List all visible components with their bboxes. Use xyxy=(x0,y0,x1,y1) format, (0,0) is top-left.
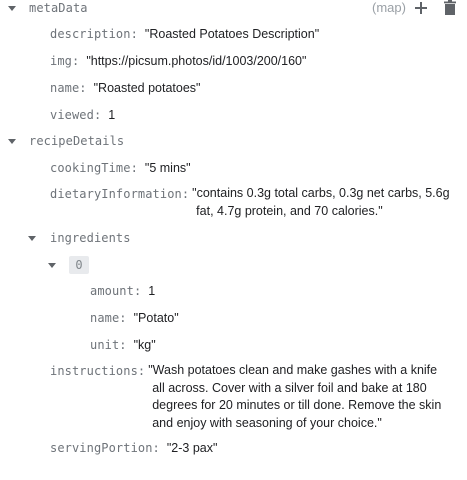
field-key: description: xyxy=(50,27,138,41)
field-row-cookingtime[interactable]: cookingTime: "5 mins" xyxy=(50,158,460,178)
field-row-unit[interactable]: unit: "kg" xyxy=(90,335,460,355)
chevron-down-icon[interactable] xyxy=(48,263,56,268)
field-value: "Roasted potatoes" xyxy=(93,81,201,95)
array-index-chip: 0 xyxy=(69,256,89,274)
field-key: instructions: xyxy=(50,364,146,378)
field-row-recipedetails[interactable]: recipeDetails xyxy=(0,131,467,151)
field-row-viewed[interactable]: viewed: 1 xyxy=(50,105,460,125)
field-value: "Roasted Potatoes Description" xyxy=(144,27,320,41)
type-tag: (map) xyxy=(372,0,406,15)
add-field-button[interactable] xyxy=(411,0,431,18)
field-key: img: xyxy=(50,54,80,68)
field-row-instructions[interactable]: instructions: "Wash potatoes clean and m… xyxy=(50,361,467,433)
field-key: dietaryInformation: xyxy=(50,187,190,201)
delete-field-button[interactable] xyxy=(440,0,460,18)
trash-icon xyxy=(444,0,456,15)
array-item-row-0[interactable]: 0 xyxy=(0,255,467,275)
field-key: viewed: xyxy=(50,108,102,122)
field-value: 1 xyxy=(108,108,116,122)
field-row-servingportion[interactable]: servingPortion: "2-3 pax" xyxy=(50,438,460,458)
field-value: "contains 0.3g total carbs, 0.3g net car… xyxy=(192,186,450,218)
chevron-down-icon[interactable] xyxy=(28,236,36,241)
field-value: 1 xyxy=(148,284,156,298)
field-row-dietaryinformation[interactable]: dietaryInformation: "contains 0.3g total… xyxy=(50,184,467,224)
field-row-description[interactable]: description: "Roasted Potatoes Descripti… xyxy=(50,24,460,44)
field-value: "https://picsum.photos/id/1003/200/160" xyxy=(86,54,307,68)
field-value: "Potato" xyxy=(133,311,179,325)
field-value: "kg" xyxy=(133,338,156,352)
field-key: metaData xyxy=(29,1,88,15)
field-row-img[interactable]: img: "https://picsum.photos/id/1003/200/… xyxy=(50,51,460,71)
field-key: recipeDetails xyxy=(29,134,125,148)
field-row-ingredient-name[interactable]: name: "Potato" xyxy=(90,308,460,328)
field-row-ingredients[interactable]: ingredients xyxy=(0,228,467,248)
field-value: "5 mins" xyxy=(144,161,191,175)
chevron-down-icon[interactable] xyxy=(8,6,16,11)
field-key: servingPortion: xyxy=(50,441,160,455)
field-row-name[interactable]: name: "Roasted potatoes" xyxy=(50,78,460,98)
plus-icon xyxy=(415,2,427,14)
field-row-amount[interactable]: amount: 1 xyxy=(90,281,460,301)
field-key: ingredients xyxy=(50,231,131,245)
field-key: amount: xyxy=(90,284,142,298)
field-key: name: xyxy=(50,81,87,95)
field-value: "2-3 pax" xyxy=(166,441,218,455)
chevron-down-icon[interactable] xyxy=(8,139,16,144)
field-key: unit: xyxy=(90,338,127,352)
field-key: cookingTime: xyxy=(50,161,138,175)
field-key: name: xyxy=(90,311,127,325)
field-value: "Wash potatoes clean and make gashes wit… xyxy=(148,363,442,430)
